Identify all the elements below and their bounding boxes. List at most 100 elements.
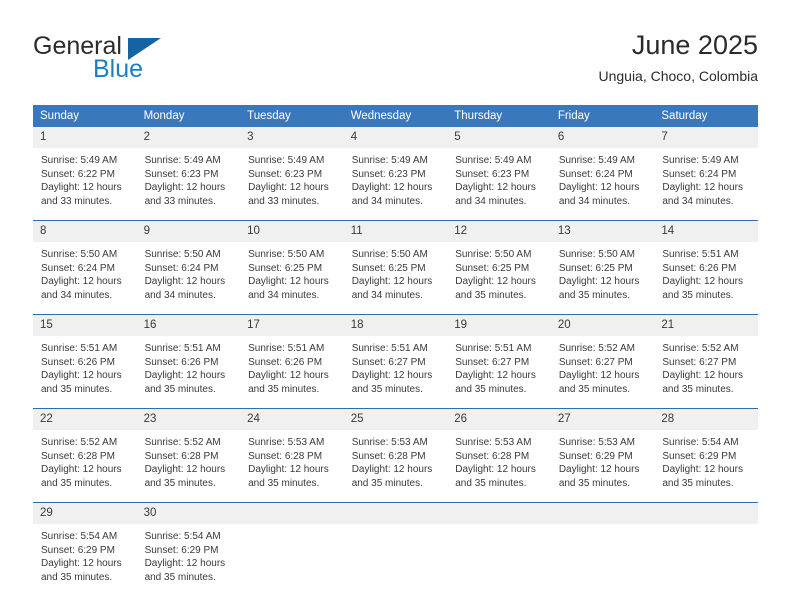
daylight-text-line2: and 35 minutes. — [558, 477, 630, 489]
day-cell[interactable]: 19 — [447, 314, 551, 336]
day-number: 9 — [136, 221, 241, 242]
sun-info: Sunrise: 5:53 AM Sunset: 6:28 PM Daylight:… — [345, 431, 447, 501]
day-cell[interactable]: 25 — [343, 408, 448, 430]
sunset-text: Sunset: 6:28 PM — [41, 450, 115, 462]
day-cell[interactable]: 12 — [447, 220, 551, 242]
day-cell[interactable]: 28 — [654, 408, 758, 430]
day-detail-cell[interactable]: Sunrise: 5:49 AM Sunset: 6:24 PM Daylight:… — [551, 148, 655, 221]
day-number — [343, 503, 448, 524]
day-cell[interactable]: 3 — [240, 127, 344, 148]
day-cell[interactable]: 23 — [136, 408, 241, 430]
day-detail-cell[interactable]: Sunrise: 5:51 AM Sunset: 6:27 PM Daylight:… — [344, 336, 448, 409]
day-cell[interactable]: 17 — [240, 314, 344, 336]
weekday-header-friday: Friday — [550, 105, 655, 127]
day-cell[interactable]: 16 — [136, 314, 241, 336]
sunrise-text: Sunrise: 5:50 AM — [351, 249, 428, 260]
sunrise-text: Sunrise: 5:53 AM — [351, 437, 428, 448]
day-detail-cell[interactable]: Sunrise: 5:49 AM Sunset: 6:22 PM Daylight:… — [33, 148, 137, 221]
day-cell[interactable]: 14 — [654, 220, 758, 242]
logo-general-blue[interactable]: General Blue — [33, 32, 233, 88]
sunrise-text: Sunrise: 5:49 AM — [144, 155, 221, 166]
day-detail-cell[interactable]: Sunrise: 5:51 AM Sunset: 6:26 PM Daylight:… — [240, 336, 344, 409]
calendar-week-details: Sunrise: 5:52 AM Sunset: 6:28 PM Daylight:… — [33, 430, 758, 503]
day-detail-cell[interactable]: Sunrise: 5:49 AM Sunset: 6:24 PM Daylight:… — [654, 148, 758, 221]
page-subtitle: Unguia, Choco, Colombia — [598, 68, 758, 84]
sun-info — [552, 525, 654, 595]
day-cell[interactable]: 27 — [550, 408, 655, 430]
day-detail-cell — [551, 524, 655, 596]
day-cell[interactable]: 10 — [240, 220, 344, 242]
daylight-text-line1: Daylight: 12 hours — [248, 370, 329, 382]
sunrise-text: Sunrise: 5:49 AM — [662, 155, 739, 166]
day-cell[interactable]: 21 — [654, 314, 758, 336]
day-cell[interactable]: 11 — [343, 220, 448, 242]
day-detail-cell[interactable]: Sunrise: 5:53 AM Sunset: 6:28 PM Daylight:… — [447, 430, 551, 503]
day-detail-cell[interactable]: Sunrise: 5:53 AM Sunset: 6:29 PM Daylight:… — [551, 430, 655, 503]
day-detail-cell — [240, 524, 344, 596]
calendar-week-numbers: 1234567 — [33, 127, 758, 148]
day-detail-cell[interactable]: Sunrise: 5:50 AM Sunset: 6:25 PM Daylight:… — [240, 242, 344, 315]
daylight-text-line1: Daylight: 12 hours — [455, 370, 536, 382]
day-detail-cell[interactable]: Sunrise: 5:49 AM Sunset: 6:23 PM Daylight:… — [344, 148, 448, 221]
day-detail-cell[interactable]: Sunrise: 5:51 AM Sunset: 6:26 PM Daylight:… — [654, 242, 758, 315]
day-detail-cell[interactable]: Sunrise: 5:50 AM Sunset: 6:25 PM Daylight:… — [344, 242, 448, 315]
day-detail-cell[interactable]: Sunrise: 5:54 AM Sunset: 6:29 PM Daylight:… — [33, 524, 137, 596]
daylight-text-line1: Daylight: 12 hours — [662, 464, 743, 476]
daylight-text-line1: Daylight: 12 hours — [455, 464, 536, 476]
day-detail-cell[interactable]: Sunrise: 5:49 AM Sunset: 6:23 PM Daylight:… — [240, 148, 344, 221]
day-number: 16 — [136, 315, 241, 336]
day-detail-cell[interactable]: Sunrise: 5:51 AM Sunset: 6:26 PM Daylight:… — [137, 336, 241, 409]
day-detail-cell[interactable]: Sunrise: 5:54 AM Sunset: 6:29 PM Daylight:… — [654, 430, 758, 503]
day-detail-cell[interactable]: Sunrise: 5:49 AM Sunset: 6:23 PM Daylight:… — [447, 148, 551, 221]
day-number: 1 — [33, 127, 137, 148]
day-detail-cell[interactable]: Sunrise: 5:54 AM Sunset: 6:29 PM Daylight:… — [137, 524, 241, 596]
day-detail-cell[interactable]: Sunrise: 5:50 AM Sunset: 6:25 PM Daylight:… — [447, 242, 551, 315]
sunset-text: Sunset: 6:26 PM — [662, 262, 737, 274]
day-detail-cell[interactable]: Sunrise: 5:51 AM Sunset: 6:26 PM Daylight:… — [33, 336, 137, 409]
day-number: 8 — [33, 221, 137, 242]
day-detail-cell[interactable]: Sunrise: 5:52 AM Sunset: 6:27 PM Daylight:… — [551, 336, 655, 409]
day-cell[interactable]: 15 — [33, 314, 137, 336]
daylight-text-line2: and 35 minutes. — [41, 383, 113, 395]
sun-info — [345, 525, 447, 595]
day-cell[interactable]: 8 — [33, 220, 137, 242]
day-detail-cell[interactable]: Sunrise: 5:52 AM Sunset: 6:28 PM Daylight:… — [137, 430, 241, 503]
calendar-table: Sunday Monday Tuesday Wednesday Thursday… — [33, 105, 758, 596]
sun-info: Sunrise: 5:49 AM Sunset: 6:24 PM Daylight:… — [552, 149, 654, 219]
day-cell[interactable]: 6 — [550, 127, 655, 148]
day-cell[interactable]: 9 — [136, 220, 241, 242]
sunset-text: Sunset: 6:25 PM — [558, 262, 633, 274]
day-cell[interactable]: 24 — [240, 408, 344, 430]
day-detail-cell[interactable]: Sunrise: 5:51 AM Sunset: 6:27 PM Daylight:… — [447, 336, 551, 409]
day-detail-cell[interactable]: Sunrise: 5:49 AM Sunset: 6:23 PM Daylight:… — [137, 148, 241, 221]
sunset-text: Sunset: 6:28 PM — [351, 450, 426, 462]
day-number: 24 — [240, 409, 344, 430]
sunset-text: Sunset: 6:23 PM — [455, 168, 530, 180]
day-cell[interactable]: 30 — [136, 502, 241, 524]
day-detail-cell[interactable]: Sunrise: 5:52 AM Sunset: 6:28 PM Daylight:… — [33, 430, 137, 503]
day-cell[interactable]: 5 — [447, 127, 551, 148]
day-cell[interactable]: 18 — [343, 314, 448, 336]
day-detail-cell[interactable]: Sunrise: 5:50 AM Sunset: 6:24 PM Daylight:… — [33, 242, 137, 315]
daylight-text-line1: Daylight: 12 hours — [351, 464, 433, 476]
day-detail-cell[interactable]: Sunrise: 5:53 AM Sunset: 6:28 PM Daylight:… — [344, 430, 448, 503]
daylight-text-line1: Daylight: 12 hours — [41, 276, 122, 288]
day-cell[interactable]: 29 — [33, 502, 137, 524]
sun-info: Sunrise: 5:49 AM Sunset: 6:24 PM Daylight:… — [655, 149, 757, 219]
day-detail-cell[interactable]: Sunrise: 5:52 AM Sunset: 6:27 PM Daylight:… — [654, 336, 758, 409]
calendar-header-row: Sunday Monday Tuesday Wednesday Thursday… — [33, 105, 758, 127]
daylight-text-line1: Daylight: 12 hours — [351, 370, 433, 382]
day-cell[interactable]: 22 — [33, 408, 137, 430]
daylight-text-line1: Daylight: 12 hours — [41, 558, 122, 570]
day-cell[interactable]: 26 — [447, 408, 551, 430]
daylight-text-line1: Daylight: 12 hours — [558, 464, 640, 476]
day-cell[interactable]: 4 — [343, 127, 448, 148]
day-cell[interactable]: 20 — [550, 314, 655, 336]
day-detail-cell[interactable]: Sunrise: 5:53 AM Sunset: 6:28 PM Daylight:… — [240, 430, 344, 503]
day-cell[interactable]: 13 — [550, 220, 655, 242]
day-cell[interactable]: 7 — [654, 127, 758, 148]
day-detail-cell[interactable]: Sunrise: 5:50 AM Sunset: 6:25 PM Daylight:… — [551, 242, 655, 315]
day-detail-cell[interactable]: Sunrise: 5:50 AM Sunset: 6:24 PM Daylight:… — [137, 242, 241, 315]
day-cell[interactable]: 2 — [136, 127, 241, 148]
day-cell[interactable]: 1 — [33, 127, 137, 148]
